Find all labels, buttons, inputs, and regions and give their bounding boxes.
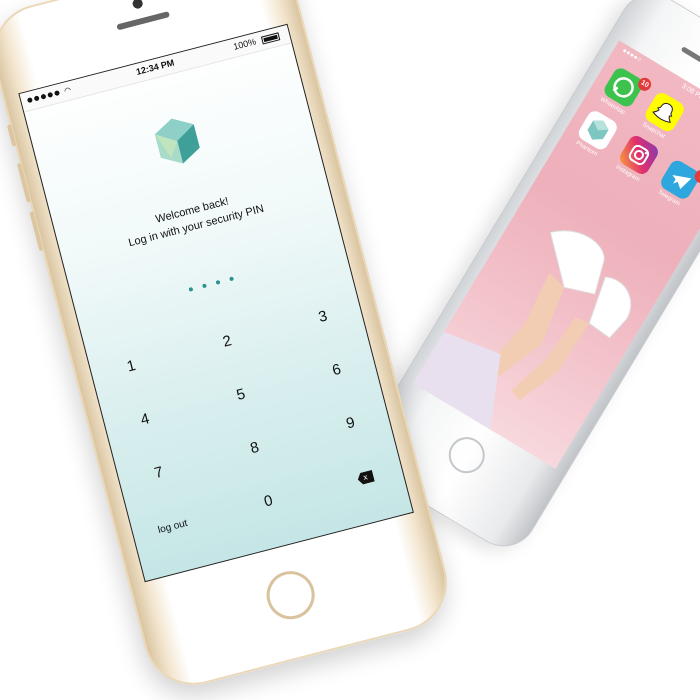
- backspace-icon[interactable]: x: [356, 470, 374, 486]
- keypad-6-button[interactable]: 6: [315, 357, 358, 383]
- hexagon-cube-logo-icon: [154, 118, 200, 164]
- pin-dot: [229, 276, 235, 282]
- pin-dot: [202, 283, 207, 289]
- back-phone-home-screen: ●●●●○ 3:08 PM ▭ 10 WhatsApp Snapchat Pha…: [413, 40, 700, 469]
- front-phone: ◠ 12:34 PM 100% Welcome back! Log in wit…: [0, 0, 458, 696]
- keypad-5-button[interactable]: 5: [219, 381, 262, 407]
- keypad-1-button[interactable]: 1: [110, 353, 153, 379]
- keypad-7-button[interactable]: 7: [137, 460, 180, 486]
- pin-dot: [215, 279, 221, 285]
- pin-indicator: [77, 248, 345, 321]
- keypad-8-button[interactable]: 8: [233, 435, 276, 461]
- welcome-subtitle: Log in with your security PIN: [127, 202, 266, 250]
- keypad-0-button[interactable]: 0: [247, 488, 290, 514]
- battery-percent: 100%: [232, 36, 258, 52]
- keypad-3-button[interactable]: 3: [301, 303, 344, 329]
- welcome-heading: Welcome back!: [154, 195, 231, 226]
- keypad-9-button[interactable]: 9: [329, 410, 372, 436]
- keypad-4-button[interactable]: 4: [124, 406, 167, 432]
- keypad-2-button[interactable]: 2: [206, 328, 249, 354]
- logout-button[interactable]: log out: [147, 515, 198, 538]
- pin-login-screen: ◠ 12:34 PM 100% Welcome back! Log in wit…: [18, 23, 414, 583]
- pin-dot: [188, 286, 194, 292]
